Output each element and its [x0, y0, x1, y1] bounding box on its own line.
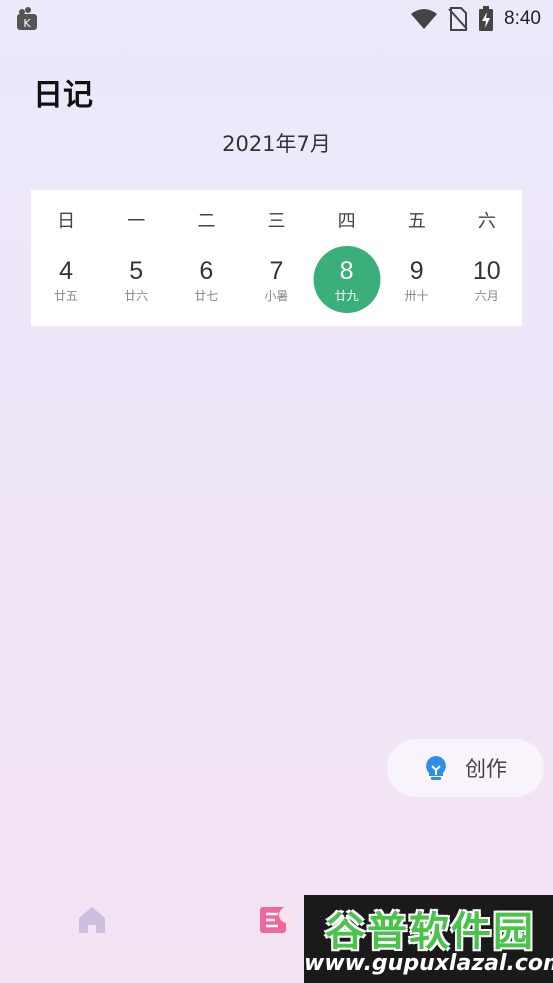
day-number: 6	[199, 257, 214, 285]
calendar-day[interactable]: 7 小暑	[241, 246, 311, 312]
weekday-label: 一	[127, 211, 146, 232]
day-lunar-label: 卅十	[404, 289, 429, 303]
battery-charging-icon	[479, 6, 494, 31]
calendar-day[interactable]: 6 廿七	[171, 246, 241, 312]
week-calendar: 日 一 二 三 四 五 六 4 廿五 5 廿六 6 廿七 7 小暑 8 廿九 9…	[31, 190, 522, 326]
create-button-label: 创作	[465, 757, 507, 781]
day-row: 4 廿五 5 廿六 6 廿七 7 小暑 8 廿九 9 卅十 10 六月	[31, 246, 522, 312]
day-lunar-label: 廿五	[54, 289, 79, 303]
calendar-day[interactable]: 9 卅十	[382, 246, 452, 312]
weekday-header: 日 一 二 三 四 五 六	[31, 207, 522, 233]
weekday-label: 六	[477, 211, 496, 232]
weekday-label: 四	[337, 211, 356, 232]
weekday-label: 日	[57, 211, 76, 232]
day-number: 4	[59, 257, 74, 285]
day-lunar-label: 廿九	[334, 289, 359, 303]
lightbulb-icon	[426, 756, 446, 780]
create-button[interactable]: 创作	[387, 739, 544, 797]
calendar-day[interactable]: 4 廿五	[31, 246, 101, 312]
calendar-day-selected[interactable]: 8 廿九	[312, 246, 382, 312]
wifi-icon	[411, 9, 438, 29]
day-lunar-label: 六月	[474, 289, 499, 303]
day-lunar-label: 廿七	[194, 289, 219, 303]
weekday-label: 二	[197, 211, 216, 232]
status-bar: K 8:40	[0, 0, 553, 38]
no-sim-icon	[448, 7, 468, 31]
watermark-url: www.gupuxlazal.com	[304, 951, 553, 976]
watermark: 谷普软件园 www.gupuxlazal.com	[304, 895, 553, 983]
calendar-day[interactable]: 5 廿六	[101, 246, 171, 312]
day-lunar-label: 小暑	[264, 289, 289, 303]
watermark-logo-text: 谷普软件园	[325, 909, 535, 955]
weekday-label: 三	[267, 211, 286, 232]
weekday-label: 五	[407, 211, 426, 232]
app-notification-icon: K	[17, 7, 37, 30]
status-time: 8:40	[504, 8, 541, 29]
calendar-day[interactable]: 10 六月	[452, 246, 522, 312]
day-number: 10	[472, 257, 501, 285]
day-number: 5	[129, 257, 144, 285]
day-lunar-label: 廿六	[124, 289, 149, 303]
home-icon[interactable]	[77, 905, 107, 935]
diary-icon[interactable]	[260, 905, 296, 935]
svg-text:K: K	[23, 17, 31, 30]
page-title: 日记	[33, 78, 93, 113]
day-number: 9	[409, 257, 424, 285]
day-number: 7	[269, 257, 284, 285]
month-label[interactable]: 2021年7月	[0, 128, 553, 158]
day-number: 8	[339, 257, 354, 285]
